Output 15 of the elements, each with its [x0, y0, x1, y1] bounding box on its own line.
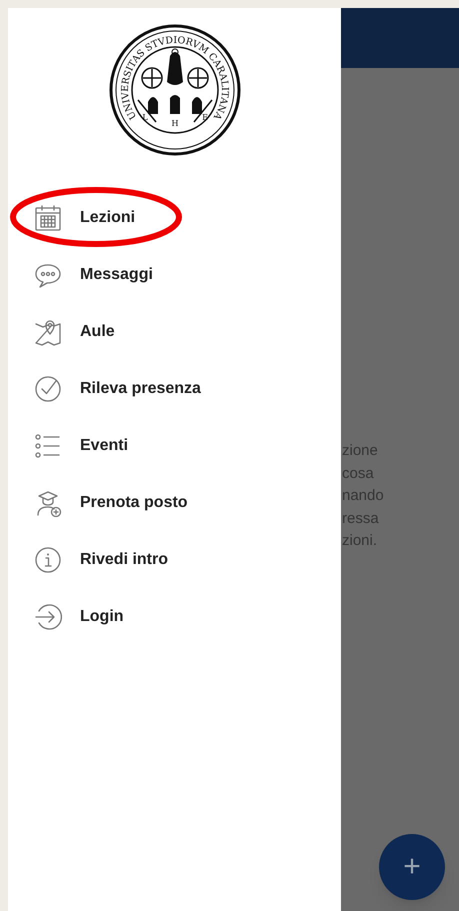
- menu-item[interactable]: Lezioni: [8, 189, 341, 246]
- check-circle-icon: [34, 374, 62, 402]
- list-icon: [34, 432, 62, 460]
- menu-item[interactable]: Aule: [8, 303, 341, 360]
- menu-item[interactable]: Rivedi intro: [8, 531, 341, 588]
- menu-item[interactable]: Messaggi: [8, 246, 341, 303]
- menu-item[interactable]: Eventi: [8, 417, 341, 474]
- add-button[interactable]: +: [379, 834, 445, 900]
- menu-item[interactable]: Rileva presenza: [8, 360, 341, 417]
- map-pin-icon: [34, 318, 62, 346]
- menu-item[interactable]: Login: [8, 588, 341, 645]
- calendar-icon: [34, 204, 62, 232]
- arrow-in-circle-icon: [34, 602, 62, 630]
- menu-item[interactable]: Prenota posto: [8, 474, 341, 531]
- info-icon: [34, 546, 62, 574]
